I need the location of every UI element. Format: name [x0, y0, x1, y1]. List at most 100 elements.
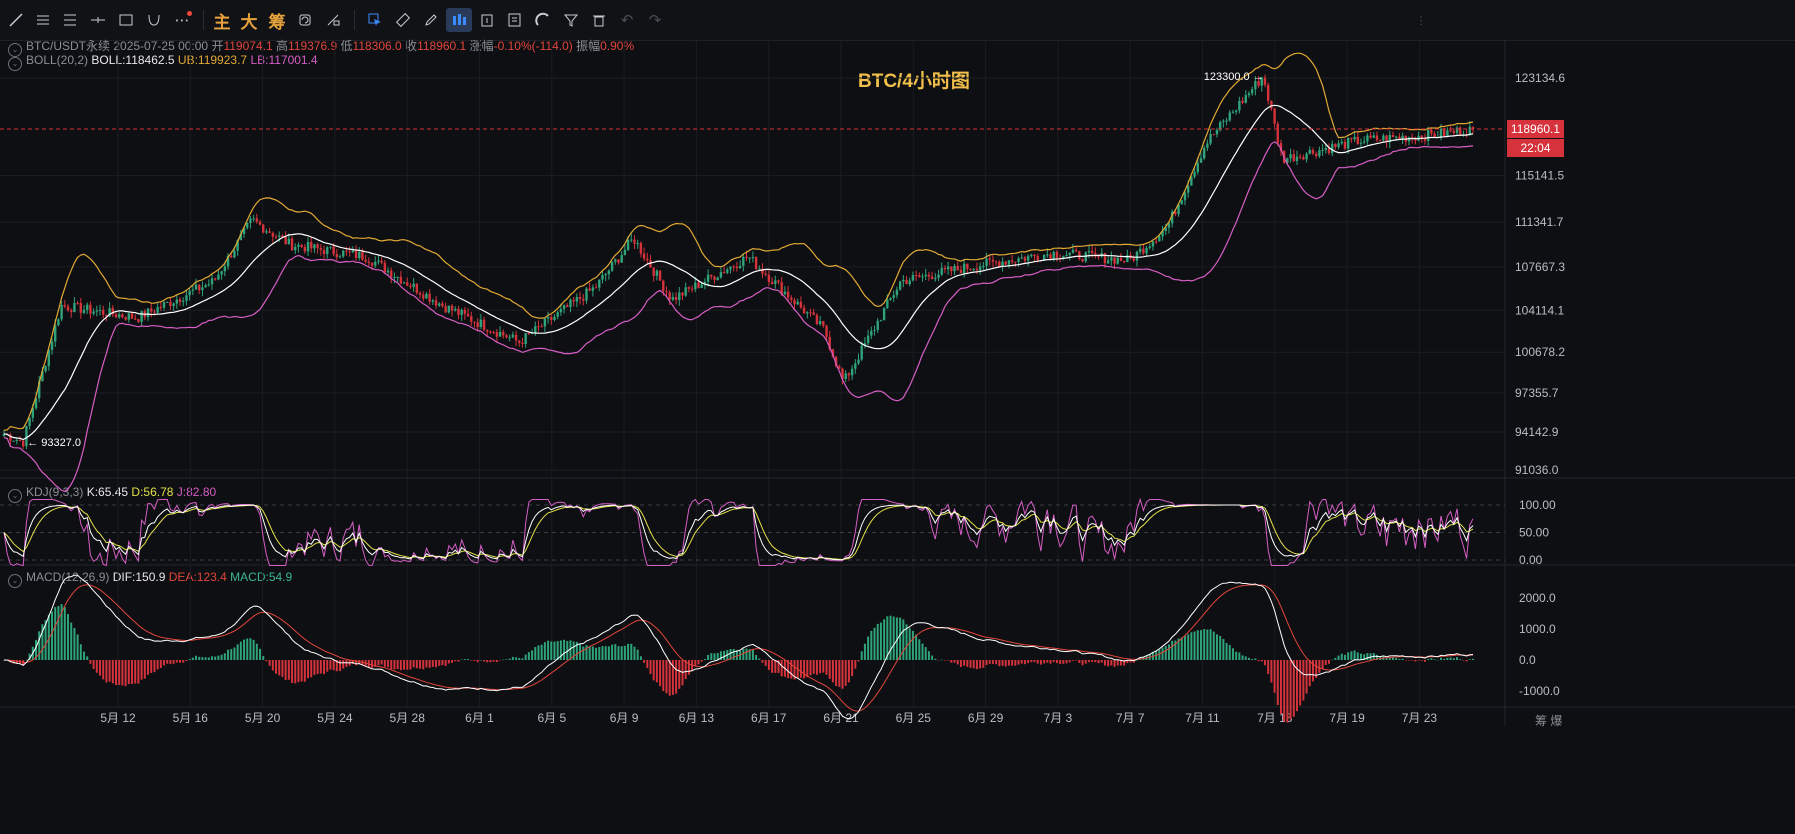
candle-body: [1273, 108, 1276, 124]
candle-body: [806, 312, 809, 314]
macd-histogram-bar: [873, 627, 876, 660]
macd-histogram-bar: [822, 660, 825, 673]
macd-histogram-bar: [646, 660, 649, 669]
candle-body: [934, 277, 937, 280]
macd-histogram-bar: [278, 660, 281, 676]
candle-body: [364, 259, 367, 262]
macd-histogram-bar: [950, 660, 953, 663]
macd-histogram-bar: [659, 660, 662, 687]
candle-body: [1308, 149, 1311, 154]
candle-body: [438, 303, 441, 306]
macd-histogram-bar: [1231, 648, 1234, 660]
macd-histogram-bar: [1302, 660, 1305, 701]
candle-body: [1084, 252, 1087, 262]
candle-body: [511, 334, 515, 338]
macd-histogram-bar: [79, 644, 82, 660]
macd-histogram-bar: [867, 636, 870, 660]
candle-body: [566, 305, 569, 308]
candle-body: [546, 317, 550, 319]
candle-body: [646, 258, 649, 261]
candle-body: [844, 373, 847, 380]
macd-histogram-bar: [1100, 660, 1103, 663]
macd-histogram-bar: [851, 660, 854, 677]
macd-histogram-bar: [1411, 660, 1414, 661]
macd-histogram-bar: [937, 660, 940, 661]
candle-body: [66, 306, 70, 311]
candle-body: [1314, 153, 1318, 157]
macd-histogram-bar: [1385, 657, 1388, 660]
macd-histogram-bar: [313, 660, 316, 675]
macd-dif-line: [3, 574, 1474, 720]
macd-histogram-bar: [159, 660, 162, 669]
candle-body: [937, 274, 940, 278]
macd-histogram-bar: [604, 646, 607, 660]
candle-body: [486, 329, 489, 332]
candle-body: [857, 359, 860, 364]
macd-histogram-bar: [569, 640, 572, 660]
macd-histogram-bar: [1305, 660, 1308, 694]
candle-body: [1135, 251, 1139, 261]
candle-body: [866, 335, 870, 344]
macd-histogram-bar: [847, 660, 850, 683]
macd-histogram-bar: [1414, 660, 1417, 662]
candle-body: [1442, 128, 1446, 137]
macd-histogram-bar: [524, 654, 527, 660]
candle-body: [191, 289, 195, 291]
candle-body: [1090, 251, 1094, 253]
macd-histogram-bar: [1078, 660, 1081, 663]
candle-body: [1241, 100, 1244, 103]
candle-body: [540, 326, 543, 328]
macd-histogram-bar: [1356, 652, 1359, 660]
candle-body: [306, 241, 310, 252]
candle-body: [975, 268, 979, 271]
macd-histogram-bar: [425, 660, 428, 668]
candle-body: [351, 250, 355, 253]
macd-histogram-bar: [220, 654, 223, 660]
candle-body: [329, 246, 332, 248]
macd-histogram-bar: [1401, 658, 1404, 660]
candle-body: [332, 246, 335, 255]
candle-body: [140, 311, 143, 322]
macd-histogram-bar: [303, 660, 306, 682]
macd-histogram-bar: [780, 660, 783, 677]
candle-body: [175, 299, 179, 304]
candle-body: [534, 326, 537, 333]
candle-body: [428, 293, 431, 302]
macd-histogram-bar: [1209, 629, 1212, 660]
candle-body: [1350, 138, 1353, 140]
macd-histogram-bar: [1065, 660, 1068, 664]
macd-histogram-bar: [150, 660, 153, 674]
macd-histogram-bar: [1081, 660, 1084, 666]
macd-histogram-bar: [179, 660, 182, 663]
candle-body: [1247, 93, 1251, 96]
macd-histogram-bar: [1193, 631, 1196, 660]
candle-body: [700, 284, 703, 289]
candle-body: [671, 297, 675, 300]
macd-histogram-bar: [556, 641, 559, 660]
candle-body: [556, 312, 559, 317]
macd-histogram-bar: [300, 660, 303, 682]
candle-body: [1132, 258, 1135, 261]
candle-body: [1270, 100, 1273, 109]
macd-histogram-bar: [531, 650, 534, 660]
candle-body: [1030, 254, 1033, 257]
candle-body: [463, 309, 467, 314]
candle-body: [79, 303, 83, 313]
candle-body: [169, 301, 172, 307]
macd-histogram-bar: [774, 660, 777, 673]
macd-histogram-bar: [627, 643, 630, 660]
price-tick-label: 94142.9: [1515, 425, 1559, 439]
corner-labels[interactable]: 筹 爆: [1535, 712, 1562, 729]
candle-body: [425, 293, 428, 299]
macd-histogram-bar: [1468, 659, 1471, 660]
macd-histogram-bar: [291, 660, 294, 684]
macd-histogram-bar: [953, 660, 956, 663]
candle-body: [1010, 260, 1014, 262]
candle-body: [956, 265, 959, 270]
macd-histogram-bar: [1222, 638, 1225, 660]
candle-body: [751, 256, 755, 258]
macd-histogram-bar: [1404, 660, 1407, 661]
macd-histogram-bar: [665, 660, 668, 694]
candle-body: [1148, 246, 1151, 248]
candle-body: [582, 298, 585, 301]
